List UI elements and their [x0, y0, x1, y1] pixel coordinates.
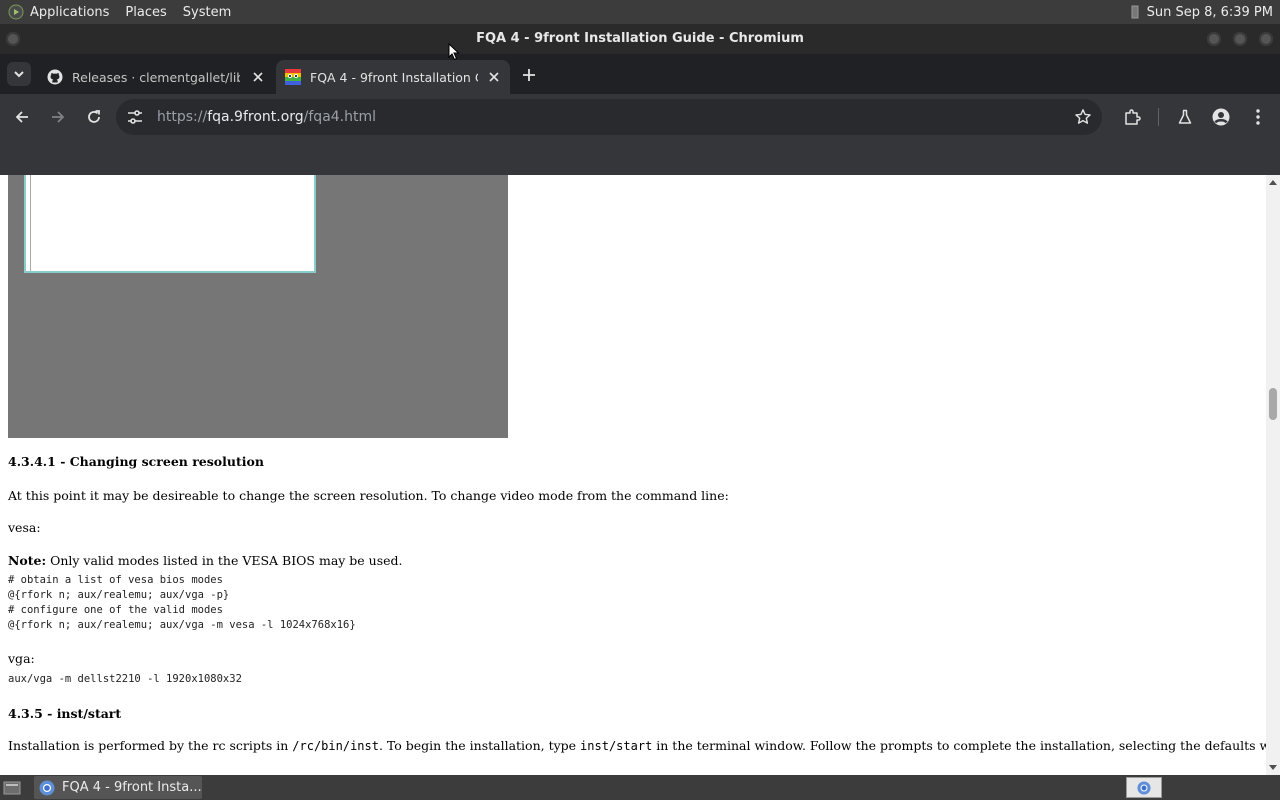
back-button[interactable]	[8, 103, 36, 131]
url-text[interactable]: https://fqa.9front.org/fqa4.html	[157, 99, 376, 135]
mouse-cursor-icon	[448, 43, 460, 61]
vga-label: vga:	[8, 651, 35, 666]
bookmark-star-icon[interactable]	[1074, 108, 1092, 126]
system-menu[interactable]: System	[183, 5, 231, 20]
browser-toolbar: https://fqa.9front.org/fqa4.html	[0, 94, 1280, 140]
kebab-menu-icon	[1256, 109, 1260, 125]
extensions-button[interactable]	[1118, 103, 1146, 131]
bookmark-bar	[0, 140, 1280, 175]
scroll-up-icon[interactable]	[1266, 175, 1280, 189]
applications-menu-icon[interactable]	[8, 4, 24, 20]
clock-text: Sun Sep 8, 6:39 PM	[1146, 4, 1273, 20]
vga-code-block: aux/vga -m dellst2210 -l 1920x1080x32	[8, 673, 242, 685]
inst-text-3: in the terminal window. Follow the promp…	[656, 738, 1266, 753]
window-titlebar[interactable]: FQA 4 - 9front Installation Guide - Chro…	[0, 24, 1280, 54]
section-heading-4341: 4.3.4.1 - Changing screen resolution	[8, 454, 264, 469]
applications-menu[interactable]: Applications	[30, 5, 109, 20]
scroll-down-icon[interactable]	[1266, 761, 1280, 775]
address-bar[interactable]: https://fqa.9front.org/fqa4.html	[116, 99, 1102, 135]
top-panel: Applications Places System Sun Sep 8, 6:…	[0, 0, 1280, 24]
github-icon	[47, 69, 63, 85]
close-window-button[interactable]	[1259, 32, 1273, 46]
url-scheme: https://	[157, 109, 208, 125]
plus-icon	[523, 69, 535, 81]
terminal-scrollbar	[30, 175, 31, 271]
tab-releases[interactable]: Releases · clementgallet/libTAS	[38, 60, 274, 94]
tab-search-button[interactable]	[7, 62, 31, 86]
chevron-down-icon	[14, 71, 24, 78]
rio-terminal-window	[24, 175, 316, 273]
tab-fqa4[interactable]: FQA 4 - 9front Installation Guide	[276, 60, 510, 94]
reload-icon	[88, 110, 100, 123]
tab-label: Releases · clementgallet/libTAS	[72, 69, 240, 85]
show-desktop-icon[interactable]	[2, 779, 22, 796]
tab-strip: Releases · clementgallet/libTAS FQA 4 - …	[0, 54, 1280, 94]
forward-button[interactable]	[44, 103, 72, 131]
inst-text-2: . To begin the installation, type	[378, 738, 581, 753]
window-title: FQA 4 - 9front Installation Guide - Chro…	[476, 31, 804, 46]
workspace-switcher[interactable]	[1126, 777, 1162, 798]
taskbar-item-chromium[interactable]: FQA 4 - 9front Insta...	[34, 776, 202, 799]
chromium-icon	[39, 780, 55, 795]
note-paragraph: Note: Only valid modes listed in the VES…	[8, 553, 403, 568]
taskbar-item-label: FQA 4 - 9front Insta...	[62, 780, 202, 795]
maximize-button[interactable]	[1233, 32, 1247, 46]
note-label: Note:	[8, 553, 47, 568]
site-settings-icon[interactable]	[126, 109, 144, 125]
minimize-button[interactable]	[1207, 32, 1221, 46]
close-tab-icon[interactable]	[486, 69, 502, 85]
section-heading-435: 4.3.5 - inst/start	[8, 706, 122, 721]
close-tab-icon[interactable]	[250, 69, 266, 85]
page-content: 4.3.4.1 - Changing screen resolution At …	[0, 175, 1266, 775]
bottom-panel: FQA 4 - 9front Insta...	[0, 775, 1280, 800]
vesa-code-block: # obtain a list of vesa bios modes @{rfo…	[8, 574, 356, 631]
inst-paragraph: Installation is performed by the rc scri…	[8, 738, 1266, 753]
intro-paragraph: At this point it may be desireable to ch…	[8, 488, 729, 503]
note-text: Only valid modes listed in the VESA BIOS…	[46, 553, 403, 568]
labs-button[interactable]	[1171, 103, 1199, 131]
inst-text-1: Installation is performed by the rc scri…	[8, 738, 293, 753]
clock-applet[interactable]: Sun Sep 8, 6:39 PM	[1130, 0, 1280, 24]
avatar-icon	[1212, 108, 1230, 126]
tab-label: FQA 4 - 9front Installation Guide	[310, 69, 478, 85]
new-tab-button[interactable]	[518, 64, 540, 86]
rio-screenshot-image	[8, 175, 508, 438]
chromium-mini-icon	[1137, 780, 1151, 795]
url-path: /fqa4.html	[303, 109, 377, 125]
toolbar-separator	[1158, 108, 1159, 126]
page-scrollbar[interactable]	[1266, 175, 1280, 775]
chrome-menu-button[interactable]	[1244, 103, 1272, 131]
flask-icon	[1178, 109, 1192, 124]
back-arrow-icon	[15, 111, 28, 123]
inst-code-command: inst/start	[580, 739, 653, 753]
forward-arrow-icon	[52, 111, 65, 123]
9front-favicon-icon	[285, 69, 301, 85]
url-host: fqa.9front.org	[207, 109, 304, 125]
inst-code-path: /rc/bin/inst	[292, 739, 379, 753]
profile-button[interactable]	[1207, 103, 1235, 131]
reload-button[interactable]	[80, 103, 108, 131]
places-menu[interactable]: Places	[125, 5, 166, 20]
vesa-label: vesa:	[8, 520, 41, 535]
puzzle-icon	[1125, 109, 1141, 125]
scrollbar-thumb[interactable]	[1269, 388, 1277, 420]
panel-handle-icon	[1131, 5, 1139, 19]
